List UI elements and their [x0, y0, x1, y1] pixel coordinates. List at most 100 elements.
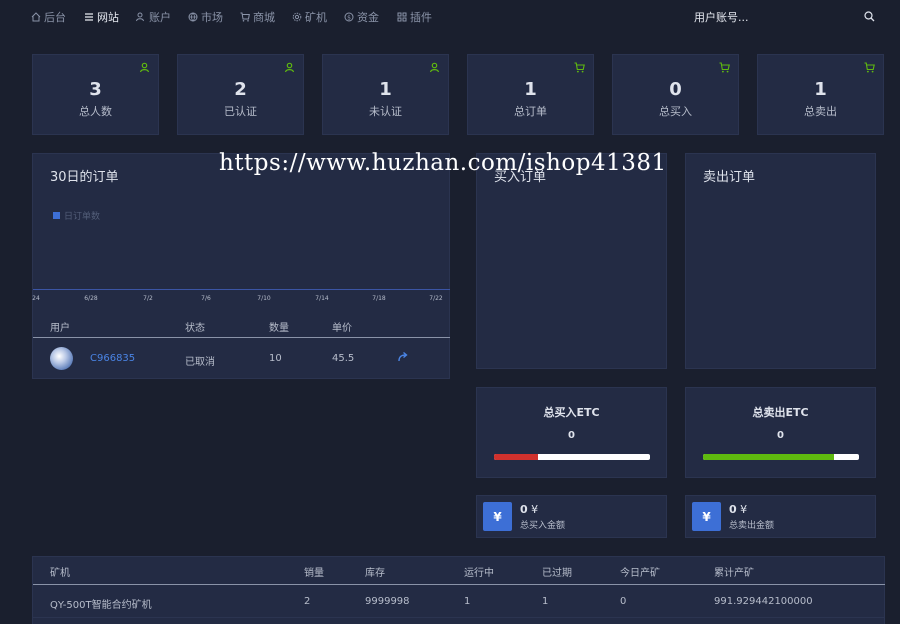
stat-card-unverified: 1 未认证	[322, 54, 449, 135]
stat-label: 总卖出	[804, 105, 837, 118]
order-price: 45.5	[332, 353, 355, 364]
home-icon	[31, 12, 41, 22]
buy-orders-panel: 买入订单	[476, 153, 667, 369]
miner-stock: 9999998	[365, 596, 410, 607]
stat-label: 总订单	[514, 105, 547, 118]
yen-icon: ¥	[692, 502, 721, 531]
nav-label: 后台	[44, 11, 66, 24]
miner-table-header: 矿机 销量 库存 运行中 已过期 今日产矿 累计产矿	[33, 557, 885, 585]
miner-sales: 2	[304, 596, 311, 607]
miner-today-output: 0	[620, 596, 627, 607]
progress-fill	[494, 454, 538, 460]
progress-fill	[703, 454, 835, 460]
miner-expired: 1	[542, 596, 549, 607]
total-buy-amount-panel: ¥ 0 ¥ 总买入金额	[476, 495, 667, 538]
total-buy-etc-panel: 总买入ETC 0	[476, 387, 667, 478]
legend-label: 日订单数	[64, 212, 101, 222]
cart-icon	[864, 62, 875, 73]
nav-label: 账户	[149, 11, 171, 24]
column-header: 运行中	[464, 568, 494, 579]
order-status: 已取消	[185, 357, 215, 368]
nav-item-account[interactable]: 账户	[136, 9, 171, 25]
total-sell-amount-panel: ¥ 0 ¥ 总卖出金额	[685, 495, 876, 538]
top-nav: 后台 网站 账户 市场 商城 矿机 $ 资金 插件 用户账号...	[0, 0, 900, 34]
table-row: C966835 已取消 10 45.5	[33, 339, 450, 379]
progress-bar	[494, 454, 650, 460]
nav-label: 矿机	[305, 11, 327, 24]
share-icon[interactable]	[397, 351, 408, 362]
column-header: 累计产矿	[714, 568, 754, 579]
miner-total-output: 991.929442100000	[714, 596, 813, 607]
stat-card-total-users: 3 总人数	[32, 54, 159, 135]
currency-symbol: ¥	[531, 503, 539, 516]
search-icon[interactable]	[864, 11, 875, 22]
cart-icon	[240, 12, 250, 22]
stat-label: 已认证	[224, 105, 257, 118]
total-sell-etc-panel: 总卖出ETC 0	[685, 387, 876, 478]
grid-icon	[397, 12, 407, 22]
x-tick-label: 7/14	[315, 295, 329, 302]
miner-table: 矿机 销量 库存 运行中 已过期 今日产矿 累计产矿 QY-500T智能合约矿机…	[32, 556, 885, 624]
user-icon	[284, 62, 295, 73]
table-row[interactable]: QY-500T智能合约矿机 2 9999998 1 1 0 991.929442…	[33, 586, 885, 618]
stat-card-total-orders: 1 总订单	[467, 54, 594, 135]
miner-name: QY-500T智能合约矿机	[50, 600, 152, 611]
stat-label: 总买入	[659, 105, 692, 118]
legend-swatch	[53, 212, 60, 219]
chart-x-axis	[33, 289, 450, 290]
x-tick-label: 24	[32, 295, 40, 302]
stat-card-total-sell: 1 总卖出	[757, 54, 884, 135]
x-tick-label: 7/22	[429, 295, 443, 302]
chart-legend[interactable]: 日订单数	[53, 209, 100, 222]
nav-item-shop[interactable]: 商城	[240, 9, 275, 25]
x-tick-label: 7/10	[257, 295, 271, 302]
nav-item-website[interactable]: 网站	[84, 9, 119, 25]
user-search-input[interactable]: 用户账号...	[694, 9, 749, 25]
stat-value: 2	[234, 79, 247, 100]
globe-icon	[188, 12, 198, 22]
user-icon	[139, 62, 150, 73]
nav-item-market[interactable]: 市场	[188, 9, 223, 25]
stat-value: 0	[669, 79, 682, 100]
amount-label: 总卖出金额	[729, 521, 775, 531]
total-sell-etc-title: 总卖出ETC	[752, 406, 809, 419]
order-quantity: 10	[269, 353, 282, 364]
amount-label: 总买入金额	[520, 521, 566, 531]
avatar	[50, 347, 73, 370]
column-header: 用户	[50, 323, 70, 334]
amount-number: 0	[729, 503, 737, 516]
stat-value: 1	[814, 79, 827, 100]
x-tick-label: 7/6	[201, 295, 211, 302]
stat-card-total-buy: 0 总买入	[612, 54, 739, 135]
svg-text:$: $	[347, 14, 351, 21]
sell-orders-panel: 卖出订单	[685, 153, 876, 369]
orders-table-header: 用户 状态 数量 单价	[33, 314, 450, 338]
column-header: 已过期	[542, 568, 572, 579]
cart-icon	[719, 62, 730, 73]
list-icon	[85, 13, 93, 21]
x-tick-label: 6/28	[84, 295, 98, 302]
nav-item-miner[interactable]: 矿机	[292, 9, 327, 25]
nav-label: 市场	[201, 11, 223, 24]
column-header: 销量	[304, 568, 324, 579]
stat-value: 1	[524, 79, 537, 100]
cart-icon	[574, 62, 585, 73]
users-icon	[136, 12, 144, 22]
total-buy-etc-value: 0	[568, 430, 575, 441]
column-header: 状态	[185, 323, 205, 334]
amount-number: 0	[520, 503, 528, 516]
stat-label: 未认证	[369, 105, 402, 118]
miner-running: 1	[464, 596, 471, 607]
column-header: 矿机	[50, 568, 70, 579]
nav-item-funds[interactable]: $ 资金	[344, 9, 379, 25]
column-header: 库存	[365, 568, 385, 579]
user-link[interactable]: C966835	[90, 353, 135, 364]
gear-icon	[292, 12, 302, 22]
nav-item-backend[interactable]: 后台	[31, 9, 66, 25]
progress-bar	[703, 454, 859, 460]
total-sell-etc-value: 0	[777, 430, 784, 441]
user-icon	[429, 62, 440, 73]
yen-icon: ¥	[483, 502, 512, 531]
column-header: 单价	[332, 323, 352, 334]
nav-item-plugins[interactable]: 插件	[397, 9, 432, 25]
